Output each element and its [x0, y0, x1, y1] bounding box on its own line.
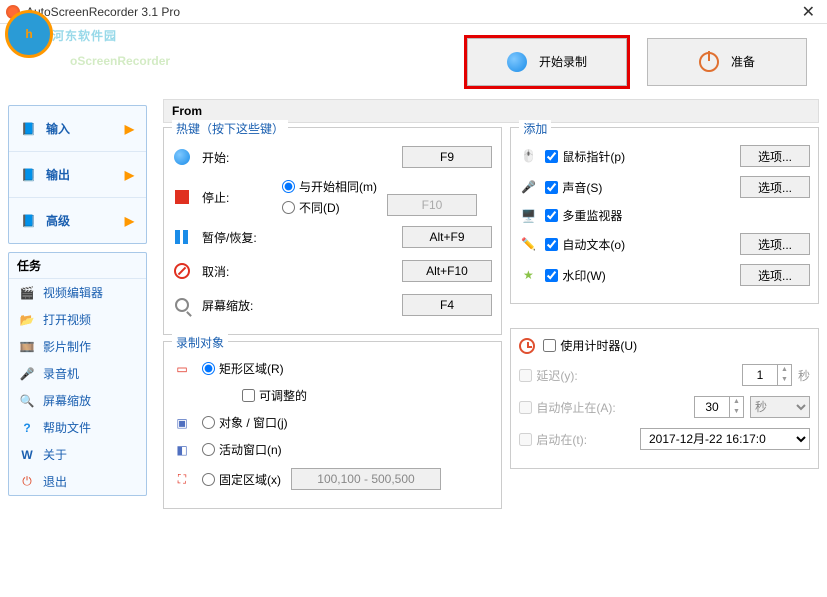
task-recorder[interactable]: 🎤录音机: [9, 360, 146, 387]
stop-same-radio[interactable]: 与开始相同(m): [282, 178, 377, 195]
autostop-check[interactable]: 自动停止在(A):: [519, 399, 615, 416]
prepare-button[interactable]: 准备: [647, 38, 807, 86]
nav-output[interactable]: 📘输出▶: [9, 152, 146, 198]
folder-icon: 📂: [19, 312, 35, 328]
cancel-icon: [174, 263, 190, 279]
sound-icon: 🎤: [519, 180, 537, 194]
pointer-check[interactable]: 鼠标指针(p): [545, 148, 732, 165]
delay-check[interactable]: 延迟(y):: [519, 367, 577, 384]
nav-output-label: 输出: [46, 166, 70, 183]
pointer-options-button[interactable]: 选项...: [740, 145, 810, 167]
active-window-icon: ◧: [172, 443, 192, 457]
task-about[interactable]: W关于: [9, 441, 146, 468]
rect-radio[interactable]: 矩形区域(R): [202, 360, 284, 377]
start-record-button[interactable]: 开始录制: [467, 38, 627, 86]
about-icon: W: [19, 447, 35, 463]
rect-icon: ▭: [172, 362, 192, 376]
task-screen-zoom[interactable]: 🔍屏幕缩放: [9, 387, 146, 414]
nav-input-label: 输入: [46, 120, 70, 137]
task-open-video[interactable]: 📂打开视频: [9, 306, 146, 333]
autotext-icon: ✏️: [519, 237, 537, 251]
window-icon: ▣: [172, 416, 192, 430]
chevron-right-icon: ▶: [125, 214, 134, 228]
delay-spinner[interactable]: ▲▼: [742, 364, 792, 386]
exit-icon: ⏻: [19, 474, 35, 490]
autotext-options-button[interactable]: 选项...: [740, 233, 810, 255]
stop-label: 停止:: [202, 189, 272, 206]
sound-check[interactable]: 声音(S): [545, 179, 732, 196]
close-button[interactable]: ✕: [796, 2, 821, 22]
prepare-label: 准备: [731, 53, 755, 70]
zoom-hotkey-button[interactable]: F4: [402, 294, 492, 316]
autostop-unit-select[interactable]: 秒: [750, 396, 810, 418]
chevron-right-icon: ▶: [125, 122, 134, 136]
startat-datetime[interactable]: 2017-12月-22 16:17:0: [640, 428, 810, 450]
zoom-icon: [175, 298, 189, 312]
film-icon: 🎞️: [19, 339, 35, 355]
chevron-right-icon: ▶: [125, 168, 134, 182]
start-record-label: 开始录制: [539, 53, 587, 70]
hotkeys-legend: 热键（按下这些键）: [172, 120, 288, 137]
cancel-hotkey-button[interactable]: Alt+F10: [402, 260, 492, 282]
watermark-options-button[interactable]: 选项...: [740, 264, 810, 286]
active-radio[interactable]: 活动窗口(n): [202, 441, 282, 458]
adjustable-check[interactable]: 可调整的: [242, 387, 307, 404]
zoom-label: 屏幕缩放:: [202, 297, 272, 314]
object-radio[interactable]: 对象 / 窗口(j): [202, 414, 288, 431]
sec-label: 秒: [798, 367, 810, 384]
cancel-label: 取消:: [202, 263, 272, 280]
pause-label: 暂停/恢复:: [202, 229, 272, 246]
monitor-icon: 🖥️: [519, 209, 537, 223]
pause-icon: [175, 230, 189, 244]
pause-hotkey-button[interactable]: Alt+F9: [402, 226, 492, 248]
clock-icon: [519, 338, 535, 354]
add-legend: 添加: [519, 120, 551, 137]
task-movie-make[interactable]: 🎞️影片制作: [9, 333, 146, 360]
use-timer-check[interactable]: 使用计时器(U): [543, 337, 637, 354]
stop-hotkey-button[interactable]: F10: [387, 194, 477, 216]
sound-options-button[interactable]: 选项...: [740, 176, 810, 198]
autotext-check[interactable]: 自动文本(o): [545, 236, 732, 253]
help-icon: ?: [19, 420, 35, 436]
watermark-icon: ★: [519, 268, 537, 282]
startat-check[interactable]: 启动在(t):: [519, 431, 587, 448]
power-icon: [699, 52, 719, 72]
autostop-spinner[interactable]: ▲▼: [694, 396, 744, 418]
fixed-coords[interactable]: 100,100 - 500,500: [291, 468, 441, 490]
watermark-check[interactable]: 水印(W): [545, 267, 732, 284]
task-help[interactable]: ?帮助文件: [9, 414, 146, 441]
record-icon: [507, 52, 527, 72]
nav-input[interactable]: 📘输入▶: [9, 106, 146, 152]
monitor-check[interactable]: 多重监视器: [545, 207, 810, 224]
start-hotkey-button[interactable]: F9: [402, 146, 492, 168]
editor-icon: 🎬: [19, 285, 35, 301]
start-icon: [174, 149, 190, 165]
fixed-icon: ⛶: [172, 472, 192, 487]
tasks-header: 任务: [9, 253, 146, 279]
task-video-editor[interactable]: 🎬视频编辑器: [9, 279, 146, 306]
stop-icon: [175, 190, 189, 204]
nav-advanced-label: 高级: [46, 212, 70, 229]
app-icon: [6, 5, 20, 19]
record-target-legend: 录制对象: [172, 334, 228, 351]
fixed-radio[interactable]: 固定区域(x): [202, 471, 281, 488]
stop-diff-radio[interactable]: 不同(D): [282, 199, 377, 216]
nav-advanced[interactable]: 📘高级▶: [9, 198, 146, 243]
pointer-icon: 🖱️: [519, 149, 537, 163]
zoom-icon: 🔍: [19, 393, 35, 409]
start-label: 开始:: [202, 149, 272, 166]
window-title: AutoScreenRecorder 3.1 Pro: [26, 5, 796, 19]
mic-icon: 🎤: [19, 366, 35, 382]
task-exit[interactable]: ⏻退出: [9, 468, 146, 495]
